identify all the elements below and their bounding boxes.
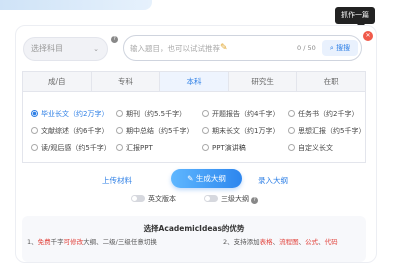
- radio: [116, 127, 123, 134]
- option-label: 读/观后感（约5千字）: [41, 144, 111, 152]
- search-button[interactable]: ⌕ 搜搜: [322, 40, 358, 56]
- top-decoration: [0, 0, 152, 10]
- radio: [116, 144, 123, 151]
- option-label: PPT演讲稿: [212, 144, 246, 152]
- option-label: 毕业长文（约2万字）: [41, 110, 109, 118]
- option-label: 期刊（约5.5千字）: [126, 110, 187, 118]
- english-version-toggle-row: 英文版本: [131, 194, 176, 204]
- degree-tabs: 成/自 专科 本科 研究生 在职: [22, 71, 366, 91]
- option-label: 文献综述（约6千字）: [41, 127, 109, 135]
- paper-type-option[interactable]: 读/观后感（约5千字）: [31, 144, 111, 153]
- page: 抓作一篇 ✕ 选择科目 ⌄ ? ✎ 0 / 50 ⌕ 搜搜 成/自 专科 本科 …: [0, 0, 400, 263]
- generate-outline-button[interactable]: ✎ 生成大纲: [171, 169, 242, 188]
- advantage-highlight: 公式: [305, 238, 319, 246]
- option-label: 期中总结（约5千字）: [126, 127, 194, 135]
- generate-outline-label: 生成大纲: [195, 174, 226, 183]
- tooltip-text: 抓作一篇: [341, 11, 369, 19]
- radio: [202, 144, 209, 151]
- three-level-label: 三级大纲: [221, 195, 249, 203]
- paper-type-option[interactable]: 期中总结（约5千字）: [116, 127, 193, 136]
- advantage-text: 大纲、二级/三级任意切换: [83, 238, 157, 246]
- paper-type-option[interactable]: 思想汇报（约5千字）: [288, 127, 365, 136]
- advantage-item-2: 2、支持添加表格、流程图、公式、代码: [223, 236, 338, 246]
- option-label: 开题报告（约4千字）: [212, 110, 280, 118]
- advantage-highlight: 可修改: [63, 238, 84, 246]
- advantage-text: 1、: [27, 238, 38, 246]
- search-button-label: 搜搜: [336, 44, 351, 52]
- radio: [202, 127, 209, 134]
- edit-icon: ✎: [187, 174, 194, 183]
- option-label: 期末长文（约1万字）: [212, 127, 280, 135]
- english-version-label: 英文版本: [148, 195, 176, 203]
- import-outline-link[interactable]: 录入大纲: [258, 175, 288, 186]
- char-count: 0 / 50: [297, 44, 316, 52]
- help-icon[interactable]: ?: [251, 197, 258, 204]
- tab-graduate[interactable]: 研究生: [229, 72, 298, 91]
- search-box: ✎ 0 / 50 ⌕ 搜搜: [123, 35, 362, 61]
- radio-selected: [31, 110, 38, 117]
- english-version-toggle[interactable]: [131, 195, 145, 202]
- search-input[interactable]: [130, 40, 290, 56]
- advantage-highlight: 流程图: [279, 238, 299, 246]
- advantage-highlight: 表格: [259, 238, 273, 246]
- subject-select-placeholder: 选择科目: [31, 44, 63, 53]
- tooltip: 抓作一篇: [335, 7, 375, 28]
- tab-undergraduate[interactable]: 本科: [160, 72, 229, 91]
- option-label: 自定义长文: [298, 144, 333, 152]
- tab-junior-college[interactable]: 专科: [92, 72, 161, 91]
- subject-select[interactable]: 选择科目 ⌄: [23, 37, 108, 61]
- paper-type-option[interactable]: 任务书（约2千字）: [288, 110, 358, 119]
- upload-materials-link[interactable]: 上传材料: [102, 175, 132, 186]
- advantages-panel: 选择AcademicIdeas的优势 1、免费千字可修改大纲、二级/三级任意切换…: [22, 216, 366, 262]
- radio: [31, 127, 38, 134]
- advantages-title: 选择AcademicIdeas的优势: [143, 224, 245, 233]
- advantage-highlight: 免费: [37, 238, 51, 246]
- radio: [288, 127, 295, 134]
- radio: [288, 110, 295, 117]
- help-icon[interactable]: ?: [111, 36, 118, 43]
- close-icon[interactable]: ✕: [363, 31, 373, 41]
- advantage-text: 2、支持添加: [223, 238, 260, 246]
- paper-type-option[interactable]: 期刊（约5.5千字）: [116, 110, 186, 119]
- tab-adult[interactable]: 成/自: [23, 72, 92, 91]
- search-icon: ⌕: [329, 44, 334, 52]
- radio: [31, 144, 38, 151]
- radio: [288, 144, 295, 151]
- radio: [116, 110, 123, 117]
- advantage-item-1: 1、免费千字可修改大纲、二级/三级任意切换: [27, 236, 157, 246]
- chevron-down-icon: ⌄: [93, 45, 99, 53]
- paper-type-option[interactable]: 汇报PPT: [116, 144, 153, 153]
- option-label: 思想汇报（约5千字）: [298, 127, 366, 135]
- paper-type-option[interactable]: 文献综述（约6千字）: [31, 127, 108, 136]
- paper-type-option[interactable]: PPT演讲稿: [202, 144, 246, 153]
- option-label: 汇报PPT: [126, 144, 153, 152]
- pencil-icon[interactable]: ✎: [220, 44, 228, 53]
- paper-type-option[interactable]: 开题报告（约4千字）: [202, 110, 279, 119]
- advantage-text: 千字: [50, 238, 64, 246]
- paper-type-option[interactable]: 期末长文（约1万字）: [202, 127, 279, 136]
- paper-type-options: 毕业长文（约2万字） 期刊（约5.5千字） 开题报告（约4千字） 任务书（约2千…: [22, 91, 366, 163]
- radio: [202, 110, 209, 117]
- paper-type-option[interactable]: 自定义长文: [288, 144, 333, 153]
- advantage-highlight: 代码: [324, 238, 338, 246]
- three-level-toggle-row: 三级大纲?: [204, 194, 258, 204]
- paper-type-option[interactable]: 毕业长文（约2万字）: [31, 110, 108, 119]
- tab-in-service[interactable]: 在职: [297, 72, 365, 91]
- option-label: 任务书（约2千字）: [298, 110, 359, 118]
- three-level-toggle[interactable]: [204, 195, 218, 202]
